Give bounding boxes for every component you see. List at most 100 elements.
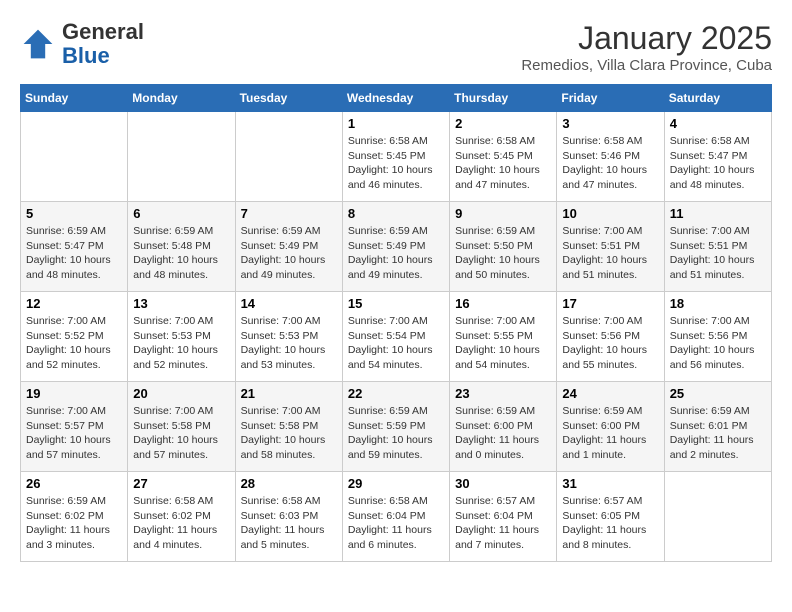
day-cell: 10Sunrise: 7:00 AM Sunset: 5:51 PM Dayli… bbox=[557, 202, 664, 292]
day-info: Sunrise: 6:57 AM Sunset: 6:05 PM Dayligh… bbox=[562, 494, 658, 553]
col-header-wednesday: Wednesday bbox=[342, 85, 449, 112]
day-number: 3 bbox=[562, 116, 658, 131]
day-number: 9 bbox=[455, 206, 551, 221]
day-info: Sunrise: 6:59 AM Sunset: 5:49 PM Dayligh… bbox=[348, 224, 444, 283]
day-cell: 1 Sunrise: 6:58 AM Sunset: 5:45 PM Daylig… bbox=[342, 112, 449, 202]
day-number: 21 bbox=[241, 386, 337, 401]
day-number: 8 bbox=[348, 206, 444, 221]
week-row-2: 5Sunrise: 6:59 AM Sunset: 5:47 PM Daylig… bbox=[21, 202, 772, 292]
day-cell: 30 Sunrise: 6:57 AM Sunset: 6:04 PM Dayli… bbox=[450, 472, 557, 562]
day-info: Sunrise: 7:00 AM Sunset: 5:53 PM Dayligh… bbox=[133, 314, 229, 373]
day-number: 17 bbox=[562, 296, 658, 311]
logo-blue: Blue bbox=[62, 43, 110, 68]
day-cell bbox=[128, 112, 235, 202]
day-number: 24 bbox=[562, 386, 658, 401]
day-number: 12 bbox=[26, 296, 122, 311]
day-info: Sunrise: 7:00 AM Sunset: 5:58 PM Dayligh… bbox=[133, 404, 229, 463]
day-number: 15 bbox=[348, 296, 444, 311]
col-header-saturday: Saturday bbox=[664, 85, 771, 112]
day-cell bbox=[664, 472, 771, 562]
day-cell: 9 Sunrise: 6:59 AM Sunset: 5:50 PM Daylig… bbox=[450, 202, 557, 292]
logo-icon bbox=[20, 26, 56, 62]
col-header-tuesday: Tuesday bbox=[235, 85, 342, 112]
day-number: 10 bbox=[562, 206, 658, 221]
month-title: January 2025 bbox=[521, 20, 772, 57]
day-cell: 7 Sunrise: 6:59 AM Sunset: 5:49 PM Daylig… bbox=[235, 202, 342, 292]
week-row-4: 19Sunrise: 7:00 AM Sunset: 5:57 PM Dayli… bbox=[21, 382, 772, 472]
location: Remedios, Villa Clara Province, Cuba bbox=[521, 57, 772, 74]
day-cell: 16 Sunrise: 7:00 AM Sunset: 5:55 PM Dayli… bbox=[450, 292, 557, 382]
day-info: Sunrise: 7:00 AM Sunset: 5:58 PM Dayligh… bbox=[241, 404, 337, 463]
day-number: 22 bbox=[348, 386, 444, 401]
day-info: Sunrise: 7:00 AM Sunset: 5:56 PM Dayligh… bbox=[562, 314, 658, 373]
logo-general: General bbox=[62, 19, 144, 44]
day-info: Sunrise: 6:59 AM Sunset: 5:50 PM Dayligh… bbox=[455, 224, 551, 283]
day-info: Sunrise: 7:00 AM Sunset: 5:57 PM Dayligh… bbox=[26, 404, 122, 463]
day-number: 11 bbox=[670, 206, 766, 221]
day-number: 31 bbox=[562, 476, 658, 491]
day-cell: 4 Sunrise: 6:58 AM Sunset: 5:47 PM Daylig… bbox=[664, 112, 771, 202]
col-header-sunday: Sunday bbox=[21, 85, 128, 112]
col-header-monday: Monday bbox=[128, 85, 235, 112]
day-cell: 12 Sunrise: 7:00 AM Sunset: 5:52 PM Dayli… bbox=[21, 292, 128, 382]
day-info: Sunrise: 6:59 AM Sunset: 6:01 PM Dayligh… bbox=[670, 404, 766, 463]
header-row: SundayMondayTuesdayWednesdayThursdayFrid… bbox=[21, 85, 772, 112]
day-info: Sunrise: 7:00 AM Sunset: 5:53 PM Dayligh… bbox=[241, 314, 337, 373]
title-block: January 2025 Remedios, Villa Clara Provi… bbox=[521, 20, 772, 74]
day-cell: 27Sunrise: 6:58 AM Sunset: 6:02 PM Dayli… bbox=[128, 472, 235, 562]
day-cell: 20 Sunrise: 7:00 AM Sunset: 5:58 PM Dayli… bbox=[128, 382, 235, 472]
page-header: General Blue January 2025 Remedios, Vill… bbox=[20, 20, 772, 74]
day-info: Sunrise: 6:58 AM Sunset: 6:04 PM Dayligh… bbox=[348, 494, 444, 553]
day-info: Sunrise: 6:59 AM Sunset: 6:00 PM Dayligh… bbox=[562, 404, 658, 463]
day-info: Sunrise: 6:59 AM Sunset: 6:00 PM Dayligh… bbox=[455, 404, 551, 463]
day-number: 28 bbox=[241, 476, 337, 491]
day-info: Sunrise: 7:00 AM Sunset: 5:52 PM Dayligh… bbox=[26, 314, 122, 373]
day-cell: 28Sunrise: 6:58 AM Sunset: 6:03 PM Dayli… bbox=[235, 472, 342, 562]
day-cell: 25 Sunrise: 6:59 AM Sunset: 6:01 PM Dayli… bbox=[664, 382, 771, 472]
day-number: 6 bbox=[133, 206, 229, 221]
day-cell: 23Sunrise: 6:59 AM Sunset: 6:00 PM Dayli… bbox=[450, 382, 557, 472]
logo: General Blue bbox=[20, 20, 144, 68]
day-info: Sunrise: 7:00 AM Sunset: 5:55 PM Dayligh… bbox=[455, 314, 551, 373]
day-cell: 19Sunrise: 7:00 AM Sunset: 5:57 PM Dayli… bbox=[21, 382, 128, 472]
day-info: Sunrise: 6:58 AM Sunset: 5:45 PM Dayligh… bbox=[455, 134, 551, 193]
day-number: 13 bbox=[133, 296, 229, 311]
day-cell: 18 Sunrise: 7:00 AM Sunset: 5:56 PM Dayli… bbox=[664, 292, 771, 382]
day-cell: 6Sunrise: 6:59 AM Sunset: 5:48 PM Daylig… bbox=[128, 202, 235, 292]
day-info: Sunrise: 6:57 AM Sunset: 6:04 PM Dayligh… bbox=[455, 494, 551, 553]
day-cell bbox=[235, 112, 342, 202]
day-number: 18 bbox=[670, 296, 766, 311]
day-cell bbox=[21, 112, 128, 202]
day-info: Sunrise: 6:58 AM Sunset: 6:02 PM Dayligh… bbox=[133, 494, 229, 553]
day-number: 14 bbox=[241, 296, 337, 311]
day-cell: 5Sunrise: 6:59 AM Sunset: 5:47 PM Daylig… bbox=[21, 202, 128, 292]
day-cell: 3 Sunrise: 6:58 AM Sunset: 5:46 PM Daylig… bbox=[557, 112, 664, 202]
day-info: Sunrise: 6:58 AM Sunset: 5:45 PM Dayligh… bbox=[348, 134, 444, 193]
day-number: 20 bbox=[133, 386, 229, 401]
day-info: Sunrise: 6:59 AM Sunset: 5:49 PM Dayligh… bbox=[241, 224, 337, 283]
day-cell: 29Sunrise: 6:58 AM Sunset: 6:04 PM Dayli… bbox=[342, 472, 449, 562]
day-info: Sunrise: 7:00 AM Sunset: 5:51 PM Dayligh… bbox=[670, 224, 766, 283]
calendar-table: SundayMondayTuesdayWednesdayThursdayFrid… bbox=[20, 84, 772, 562]
week-row-3: 12 Sunrise: 7:00 AM Sunset: 5:52 PM Dayli… bbox=[21, 292, 772, 382]
day-number: 1 bbox=[348, 116, 444, 131]
week-row-5: 26Sunrise: 6:59 AM Sunset: 6:02 PM Dayli… bbox=[21, 472, 772, 562]
day-info: Sunrise: 6:58 AM Sunset: 5:46 PM Dayligh… bbox=[562, 134, 658, 193]
day-number: 7 bbox=[241, 206, 337, 221]
day-cell: 15Sunrise: 7:00 AM Sunset: 5:54 PM Dayli… bbox=[342, 292, 449, 382]
day-number: 30 bbox=[455, 476, 551, 491]
day-info: Sunrise: 6:58 AM Sunset: 5:47 PM Dayligh… bbox=[670, 134, 766, 193]
day-number: 4 bbox=[670, 116, 766, 131]
day-cell: 22 Sunrise: 6:59 AM Sunset: 5:59 PM Dayli… bbox=[342, 382, 449, 472]
day-cell: 21 Sunrise: 7:00 AM Sunset: 5:58 PM Dayli… bbox=[235, 382, 342, 472]
day-cell: 17 Sunrise: 7:00 AM Sunset: 5:56 PM Dayli… bbox=[557, 292, 664, 382]
day-cell: 2Sunrise: 6:58 AM Sunset: 5:45 PM Daylig… bbox=[450, 112, 557, 202]
day-info: Sunrise: 7:00 AM Sunset: 5:56 PM Dayligh… bbox=[670, 314, 766, 373]
day-info: Sunrise: 6:59 AM Sunset: 5:59 PM Dayligh… bbox=[348, 404, 444, 463]
day-number: 25 bbox=[670, 386, 766, 401]
day-cell: 26Sunrise: 6:59 AM Sunset: 6:02 PM Dayli… bbox=[21, 472, 128, 562]
day-number: 16 bbox=[455, 296, 551, 311]
day-cell: 31 Sunrise: 6:57 AM Sunset: 6:05 PM Dayli… bbox=[557, 472, 664, 562]
day-cell: 11 Sunrise: 7:00 AM Sunset: 5:51 PM Dayli… bbox=[664, 202, 771, 292]
day-info: Sunrise: 6:59 AM Sunset: 6:02 PM Dayligh… bbox=[26, 494, 122, 553]
